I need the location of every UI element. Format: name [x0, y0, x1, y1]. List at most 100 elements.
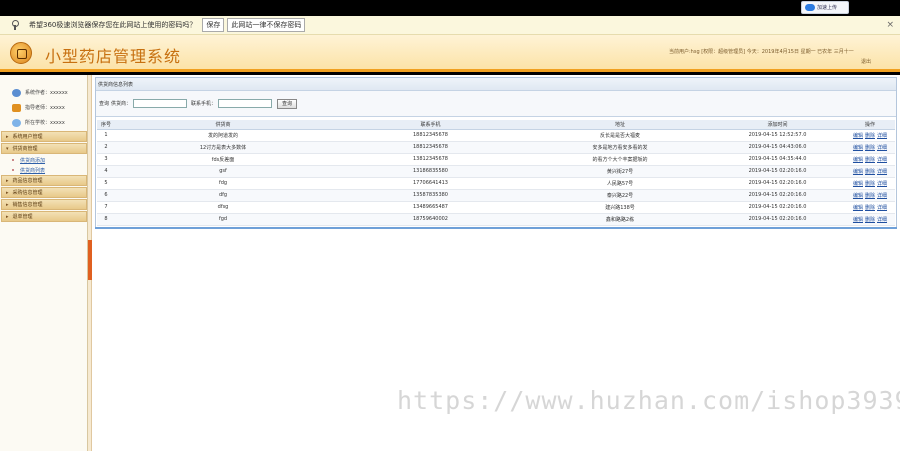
- edit-link[interactable]: 编辑: [853, 193, 863, 199]
- cell-no: 2: [97, 141, 115, 154]
- phone-label: 联系手机：: [191, 101, 217, 107]
- arrow-right-icon: ▸: [6, 189, 9, 196]
- cell-addr: 鑫和路路2栋: [530, 213, 710, 226]
- detail-link[interactable]: 详细: [877, 181, 887, 187]
- logout-link[interactable]: 退出: [861, 58, 871, 65]
- cell-ops: 编辑 删除 详细: [845, 153, 895, 166]
- table-row: 6 dfg 13587835380 泰兴路22号 2019-04-15 02:20:16…: [97, 189, 895, 202]
- delete-link[interactable]: 删除: [865, 193, 875, 199]
- detail-link[interactable]: 详细: [877, 205, 887, 211]
- cell-ops: 编辑 删除 详细: [845, 189, 895, 202]
- save-password-button[interactable]: 保存: [202, 18, 225, 32]
- delete-link[interactable]: 删除: [865, 133, 875, 139]
- delete-link[interactable]: 删除: [865, 205, 875, 211]
- menu-returns[interactable]: ▸ 退单管理: [1, 211, 87, 222]
- close-icon[interactable]: ×: [886, 20, 894, 30]
- edit-link[interactable]: 编辑: [853, 181, 863, 187]
- cell-time: 2019-04-15 12:52:57.0: [710, 129, 845, 142]
- detail-link[interactable]: 详细: [877, 157, 887, 163]
- never-save-button[interactable]: 此网站一律不保存密码: [227, 18, 306, 32]
- cell-addr: 黄兴街27号: [530, 165, 710, 178]
- info-school-label: 所在学校：xxxxx: [25, 120, 65, 126]
- table-row: 5 fdg 17706641413 人民路57号 2019-04-15 02:20:16…: [97, 177, 895, 190]
- teacher-icon: [12, 103, 21, 112]
- delete-link[interactable]: 删除: [865, 157, 875, 163]
- password-save-bar: 希望360极速浏览器保存您在此网站上使用的密码吗？ 保存 此网站一律不保存密码 …: [0, 16, 900, 35]
- delete-link[interactable]: 删除: [865, 181, 875, 187]
- menu-medicines[interactable]: ▸ 药品信息管理: [1, 175, 87, 186]
- cell-name: dfsg: [115, 201, 331, 214]
- edit-link[interactable]: 编辑: [853, 157, 863, 163]
- search-form: 查询 供货商： 联系手机： 查询: [96, 91, 896, 117]
- app-header: 小型药店管理系统 当前用户:hsg [权限：超级管理员] 今天：2019年4月1…: [0, 35, 900, 72]
- menu-suppliers[interactable]: ▾ 供货商管理: [1, 143, 87, 154]
- key-icon: [10, 20, 20, 30]
- menu-purchases[interactable]: ▸ 采购信息管理: [1, 187, 87, 198]
- edit-link[interactable]: 编辑: [853, 217, 863, 223]
- cell-name: fdg: [115, 177, 331, 190]
- info-school: 所在学校：xxxxx: [0, 115, 87, 130]
- cell-ops: 编辑 删除 详细: [845, 141, 895, 154]
- submenu-supplier-list[interactable]: 供货商列表: [0, 165, 88, 175]
- phone-search-input[interactable]: [218, 99, 273, 108]
- arrow-right-icon: ▸: [6, 133, 9, 140]
- cell-name: 12讨方是表大多数体: [115, 141, 331, 154]
- cell-time: 2019-04-15 02:20:16.0: [710, 201, 845, 214]
- upload-button[interactable]: 加速上传: [801, 1, 849, 14]
- cell-addr: 的看方个大个丰案据坂的: [530, 153, 710, 166]
- delete-link[interactable]: 删除: [865, 217, 875, 223]
- detail-link[interactable]: 详细: [877, 169, 887, 175]
- menu-system-users[interactable]: ▸ 系统用户管理: [1, 131, 87, 142]
- supplier-search-input[interactable]: [133, 99, 188, 108]
- menu-label: 采购信息管理: [12, 190, 43, 196]
- cell-phone: 18812345678: [331, 129, 530, 142]
- top-strip: 加速上传: [0, 0, 900, 16]
- table-row: 7 dfsg 13489665487 建兴路138号 2019-04-15 02:20:…: [97, 201, 895, 214]
- table-row: 3 fds反差面 13812345678 的看方个大个丰案据坂的 2019-04-15 …: [97, 153, 895, 166]
- password-save-message: 希望360极速浏览器保存您在此网站上使用的密码吗？: [29, 21, 197, 29]
- cell-phone: 18812345678: [331, 141, 530, 154]
- cell-time: 2019-04-15 02:20:16.0: [710, 165, 845, 178]
- school-icon: [12, 118, 21, 127]
- detail-link[interactable]: 详细: [877, 145, 887, 151]
- col-header: 供货商: [115, 120, 331, 130]
- arrow-down-icon: ▾: [6, 145, 9, 152]
- menu-label: 药品信息管理: [12, 178, 43, 184]
- panel-bottom-border: [95, 227, 897, 229]
- cell-phone: 13489665487: [331, 201, 530, 214]
- info-author: 系统作者：xxxxxx: [0, 85, 87, 100]
- edit-link[interactable]: 编辑: [853, 169, 863, 175]
- cell-phone: 18759640002: [331, 213, 530, 226]
- detail-link[interactable]: 详细: [877, 133, 887, 139]
- menu-label: 系统用户管理: [12, 134, 43, 140]
- logo-icon: [10, 42, 32, 64]
- cell-name: fgd: [115, 213, 331, 226]
- arrow-right-icon: ▸: [6, 201, 9, 208]
- submenu-label: 供货商添加: [20, 157, 46, 164]
- search-button[interactable]: 查询: [277, 98, 298, 109]
- bullet-icon: [12, 169, 14, 171]
- watermark: https://www.huzhan.com/ishop39397: [397, 386, 900, 415]
- detail-link[interactable]: 详细: [877, 217, 887, 223]
- delete-link[interactable]: 删除: [865, 169, 875, 175]
- arrow-right-icon: ▸: [6, 177, 9, 184]
- edit-link[interactable]: 编辑: [853, 145, 863, 151]
- col-header: 添加时间: [710, 120, 845, 130]
- delete-link[interactable]: 删除: [865, 145, 875, 151]
- arrow-right-icon: ▸: [6, 213, 9, 220]
- cell-time: 2019-04-15 02:20:16.0: [710, 189, 845, 202]
- cell-ops: 编辑 删除 详细: [845, 201, 895, 214]
- edit-link[interactable]: 编辑: [853, 133, 863, 139]
- cell-time: 2019-04-15 02:20:16.0: [710, 213, 845, 226]
- cell-no: 8: [97, 213, 115, 226]
- submenu-add-supplier[interactable]: 供货商添加: [0, 155, 88, 165]
- edit-link[interactable]: 编辑: [853, 205, 863, 211]
- menu-sales[interactable]: ▸ 销售信息管理: [1, 199, 87, 210]
- cell-phone: 13812345678: [331, 153, 530, 166]
- table-row: 4 gsf 13186835580 黄兴街27号 2019-04-15 02:20:16…: [97, 165, 895, 178]
- cell-ops: 编辑 删除 详细: [845, 165, 895, 178]
- cell-phone: 13186835580: [331, 165, 530, 178]
- table-row: 2 12讨方是表大多数体 18812345678 安多是地方看安多看的发 2019-04…: [97, 141, 895, 154]
- detail-link[interactable]: 详细: [877, 193, 887, 199]
- cell-no: 7: [97, 201, 115, 214]
